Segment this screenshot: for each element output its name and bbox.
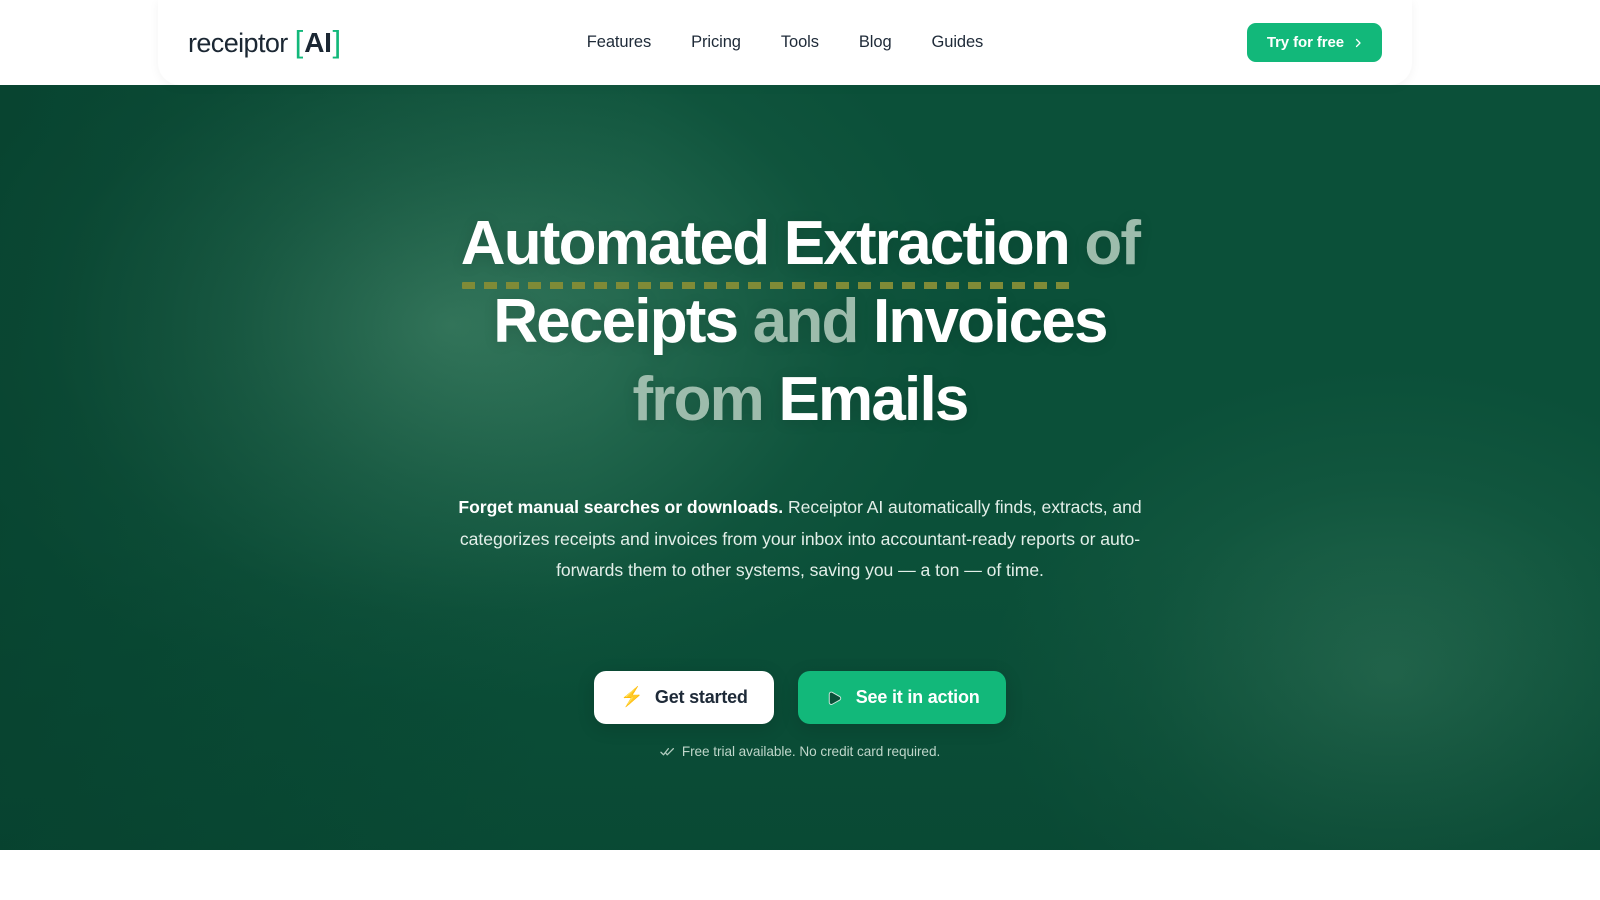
play-icon (824, 687, 845, 708)
hero-content: Automated Extraction of Receipts and Inv… (0, 85, 1600, 759)
headline-muted-from: from (632, 365, 764, 434)
see-it-in-action-button[interactable]: See it in action (797, 670, 1006, 724)
get-started-label: Get started (654, 686, 748, 707)
nav-item-pricing[interactable]: Pricing (691, 33, 741, 52)
headline-line-3: from Emails (0, 369, 1600, 431)
double-check-icon (660, 744, 675, 759)
see-it-in-action-label: See it in action (855, 686, 980, 707)
nav-item-tools[interactable]: Tools (781, 33, 819, 52)
headline-emails: Emails (778, 365, 969, 434)
headline-invoices: Invoices (873, 287, 1109, 356)
hero-subheading: Forget manual searches or downloads. Rec… (437, 492, 1163, 587)
headline-line-1: Automated Extraction of (0, 209, 1600, 289)
headline-underlined-text: Automated Extraction (460, 209, 1074, 289)
headline-muted-of: of (1084, 209, 1141, 278)
nav-item-features[interactable]: Features (587, 33, 651, 52)
headline-receipts: Receipts (493, 287, 739, 356)
main-navigation: Features Pricing Tools Blog Guides (158, 33, 1412, 52)
headline-line-2: Receipts and Invoices (0, 291, 1600, 353)
nav-item-blog[interactable]: Blog (859, 33, 892, 52)
get-started-button[interactable]: ⚡ Get started (594, 670, 774, 724)
hero-section: Automated Extraction of Receipts and Inv… (0, 85, 1600, 850)
headline-muted-and: and (752, 287, 860, 356)
try-for-free-label: Try for free (1266, 34, 1344, 51)
hero-cta-row: ⚡ Get started See it in action (0, 670, 1600, 724)
trust-note-label: Free trial available. No credit card req… (681, 743, 941, 759)
lightning-bolt-icon: ⚡ (620, 686, 644, 708)
trust-note: Free trial available. No credit card req… (0, 744, 1600, 759)
try-for-free-button[interactable]: Try for free (1246, 23, 1382, 62)
page-root: Automated Extraction of Receipts and Inv… (0, 0, 1600, 900)
site-header: receiptor [ AI ] Features Pricing Tools … (158, 0, 1412, 85)
subheading-bold-lead: Forget manual searches or downloads. (458, 497, 784, 517)
nav-item-guides[interactable]: Guides (932, 33, 984, 52)
chevron-right-icon (1352, 37, 1364, 49)
hero-headline: Automated Extraction of Receipts and Inv… (0, 213, 1600, 431)
